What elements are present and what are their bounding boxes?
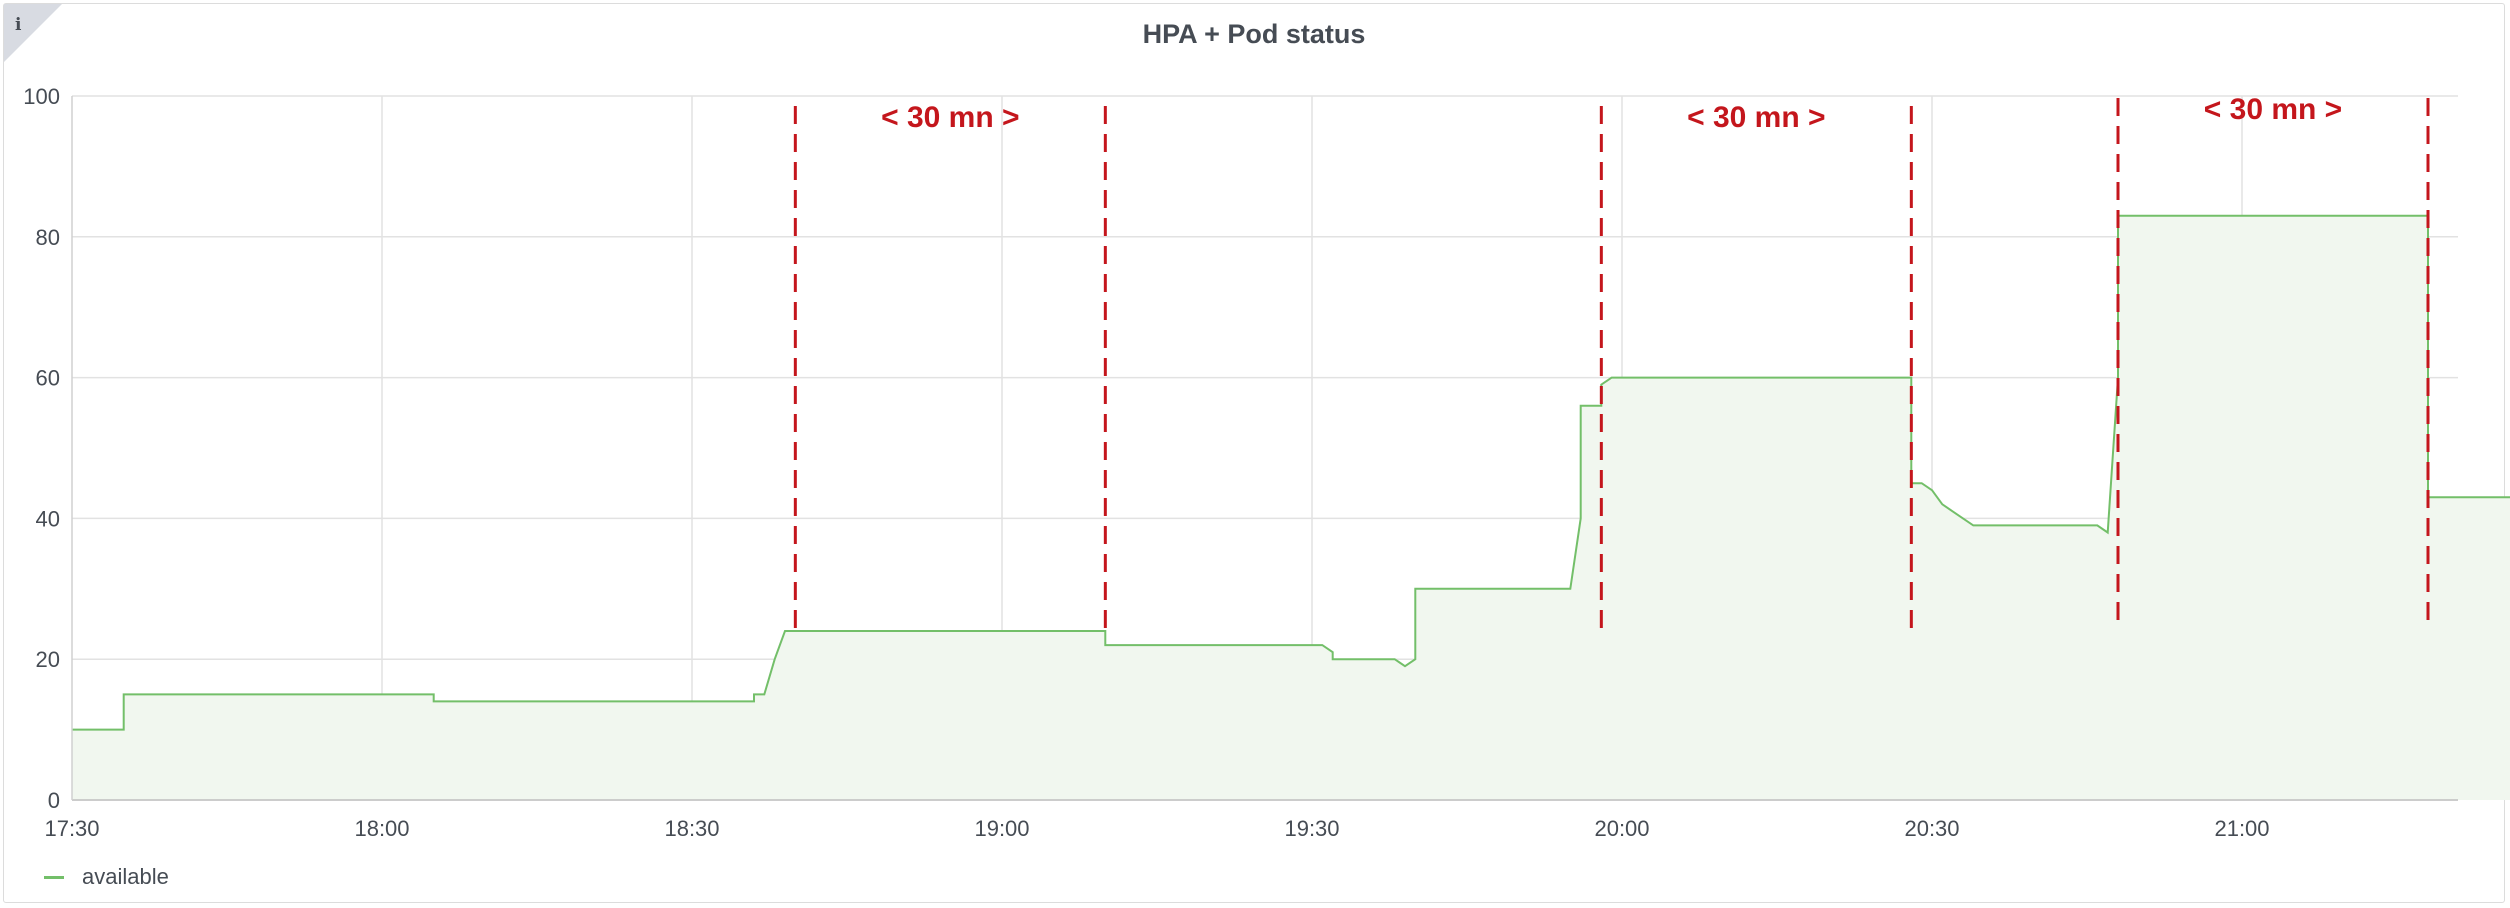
legend-item-available[interactable]: available [44,864,169,890]
y-tick-label: 0 [48,788,60,813]
x-tick-label: 17:30 [44,816,99,841]
x-tick-label: 18:00 [354,816,409,841]
x-tick-label: 19:00 [974,816,1029,841]
legend-swatch [44,875,64,879]
y-tick-label: 40 [36,506,60,531]
x-tick-label: 21:00 [2214,816,2269,841]
annotation-label: < 30 mn > [881,101,1019,134]
legend-label: available [82,864,169,889]
x-tick-label: 20:00 [1594,816,1649,841]
x-tick-label: 18:30 [664,816,719,841]
chart-svg: 0 20 40 60 80 100 17:30 18:00 18:30 19:00 19:30 20:… [23,84,2510,841]
x-tick-label: 19:30 [1284,816,1339,841]
series-area-available [72,215,2510,800]
annotation-label: < 30 mn > [1687,101,1825,134]
y-tick-label: 60 [36,366,60,391]
x-tick-label: 20:30 [1904,816,1959,841]
y-tick-label: 20 [36,647,60,672]
y-tick-label: 80 [36,225,60,250]
annotation-label: < 30 mn > [2204,93,2342,126]
y-tick-label: 100 [23,84,60,109]
